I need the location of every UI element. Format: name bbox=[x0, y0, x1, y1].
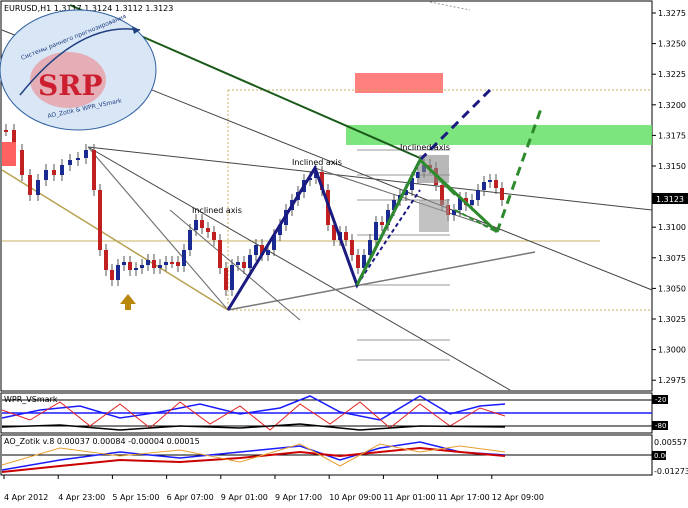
price-tick-label: 1.3050 bbox=[658, 284, 686, 293]
time-tick-label: 4 Apr 23:00 bbox=[58, 493, 105, 502]
candle-body bbox=[350, 240, 354, 255]
candle-body bbox=[146, 260, 150, 265]
time-tick-label: 12 Apr 09:00 bbox=[492, 493, 544, 502]
candle-body bbox=[158, 265, 162, 268]
price-tick-label: 1.3100 bbox=[658, 223, 686, 232]
candle-body bbox=[176, 262, 180, 266]
candle-body bbox=[52, 170, 56, 175]
candle-body bbox=[374, 222, 378, 240]
price-tick-label: 1.2975 bbox=[658, 376, 686, 385]
time-tick-label: 9 Apr 01:00 bbox=[221, 493, 268, 502]
candle-body bbox=[122, 262, 126, 265]
candle-body bbox=[4, 130, 8, 132]
candle-body bbox=[194, 220, 198, 230]
price-tick-label: 1.3150 bbox=[658, 162, 686, 171]
candle-body bbox=[476, 190, 480, 200]
candle-body bbox=[470, 200, 474, 205]
time-tick-label: 5 Apr 15:00 bbox=[112, 493, 159, 502]
candle-body bbox=[212, 232, 216, 240]
price-tick-label: 1.3225 bbox=[658, 70, 686, 79]
candle-body bbox=[28, 175, 32, 195]
candle-body bbox=[36, 180, 40, 195]
time-tick-label: 10 Apr 09:00 bbox=[329, 493, 381, 502]
logo-letters: SRP bbox=[38, 69, 103, 102]
candle-body bbox=[134, 268, 138, 270]
candle-body bbox=[110, 270, 114, 280]
candle-body bbox=[248, 255, 252, 268]
candle-body bbox=[98, 190, 102, 250]
candle-body bbox=[230, 265, 234, 290]
candle-body bbox=[224, 268, 228, 290]
candle-body bbox=[20, 150, 24, 175]
candle-body bbox=[140, 265, 144, 268]
candle-body bbox=[344, 232, 348, 240]
time-tick-label: 9 Apr 17:00 bbox=[275, 493, 322, 502]
candle-body bbox=[152, 260, 156, 268]
candle-body bbox=[182, 250, 186, 266]
srp-logo: SRP Системы раннего прогнозирования AO_Z… bbox=[0, 9, 157, 131]
time-tick-label: 4 Apr 2012 bbox=[4, 493, 48, 502]
wpr-high-label: -20 bbox=[655, 396, 666, 404]
time-tick-label: 11 Apr 01:00 bbox=[383, 493, 435, 502]
wpr-low-label: -80 bbox=[655, 422, 666, 430]
time-tick-label: 11 Apr 17:00 bbox=[438, 493, 490, 502]
inclined-axis-label-3: Inclined axis bbox=[400, 143, 450, 152]
candle-body bbox=[356, 255, 360, 268]
time-axis: 4 Apr 2012 4 Apr 23:00 5 Apr 15:00 6 Apr 07… bbox=[3, 475, 544, 502]
candle-body bbox=[170, 262, 174, 264]
candle-body bbox=[200, 220, 204, 228]
ao-panel-title: AO_Zotik v.8 0.00037 0.00084 -0.00004 0.… bbox=[4, 437, 200, 446]
candle-body bbox=[84, 150, 88, 158]
ao-tick-low: -0.01273 bbox=[654, 467, 688, 476]
candle-body bbox=[60, 165, 64, 175]
grey-box-lower bbox=[419, 200, 449, 232]
candle-body bbox=[494, 180, 498, 188]
candle-body bbox=[44, 170, 48, 180]
price-tick-label: 1.3075 bbox=[658, 254, 686, 263]
trading-chart[interactable]: 1.3275 1.3250 1.3225 1.3200 1.3175 1.3150 1.31… bbox=[0, 0, 688, 508]
inclined-axis-label-1: Inclined axis bbox=[192, 206, 242, 215]
inclined-axis-label-2: Inclined axis bbox=[292, 158, 342, 167]
candle-body bbox=[488, 180, 492, 182]
candle-body bbox=[500, 188, 504, 200]
price-tick-label: 1.3000 bbox=[658, 346, 686, 355]
left-red-marker bbox=[2, 142, 16, 166]
target-zone-green[interactable] bbox=[346, 125, 652, 145]
candle-body bbox=[76, 158, 80, 160]
price-tick-label: 1.3200 bbox=[658, 101, 686, 110]
grey-box-upper bbox=[419, 155, 449, 183]
candle-body bbox=[68, 160, 72, 165]
time-tick-label: 6 Apr 07:00 bbox=[167, 493, 214, 502]
price-tick-label: 1.3175 bbox=[658, 131, 686, 140]
candle-body bbox=[266, 250, 270, 255]
candle-body bbox=[482, 182, 486, 190]
candle-body bbox=[242, 262, 246, 268]
candle-body bbox=[218, 240, 222, 268]
current-price-label: 1.3123 bbox=[656, 195, 684, 204]
candle-body bbox=[92, 150, 96, 190]
price-tick-label: 1.3250 bbox=[658, 40, 686, 49]
candle-body bbox=[116, 265, 120, 280]
candle-body bbox=[104, 250, 108, 270]
ao-tick-zero: 0.00 bbox=[654, 452, 670, 460]
candle-body bbox=[164, 262, 168, 265]
price-tick-label: 1.3025 bbox=[658, 315, 686, 324]
candle-body bbox=[128, 262, 132, 270]
candle-body bbox=[188, 230, 192, 250]
candle-body bbox=[236, 262, 240, 265]
candle-body bbox=[206, 228, 210, 232]
candle-body bbox=[254, 245, 258, 255]
price-tick-label: 1.3275 bbox=[658, 9, 686, 18]
ao-tick-high: 0.00557 bbox=[654, 438, 687, 447]
candle-body bbox=[380, 222, 384, 225]
candle-body bbox=[368, 240, 372, 255]
